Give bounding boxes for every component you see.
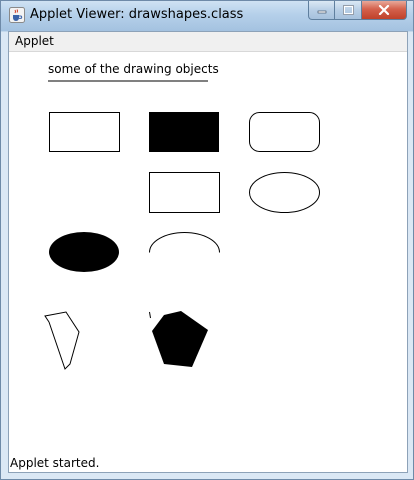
minimize-icon: [317, 10, 326, 14]
filled-rectangle: [149, 112, 219, 152]
applet-viewer-window: Applet Viewer: drawshapes.class Applet s…: [0, 0, 414, 480]
outline-polygon: [44, 311, 80, 370]
filled-oval: [49, 232, 119, 272]
close-icon: [378, 5, 390, 15]
filled-polygon: [152, 311, 208, 367]
title-bar[interactable]: Applet Viewer: drawshapes.class: [1, 1, 413, 31]
menu-bar: Applet: [9, 32, 407, 52]
maximize-button[interactable]: [335, 1, 362, 20]
applet-canvas: some of the drawing objects: [44, 62, 320, 370]
menu-applet[interactable]: Applet: [15, 34, 54, 48]
maximize-icon: [342, 5, 354, 15]
close-button[interactable]: [362, 1, 407, 20]
outline-arc: [149, 232, 220, 253]
outline-rounded-rectangle: [249, 112, 320, 152]
outline-3d-rectangle: [149, 172, 220, 213]
window-controls: [308, 1, 407, 21]
status-text: Applet started.: [10, 456, 100, 470]
java-cup-icon: [9, 7, 25, 23]
minimize-button[interactable]: [308, 1, 335, 20]
applet-heading: some of the drawing objects: [48, 62, 219, 76]
polygon-stub-line: [149, 311, 151, 319]
client-area: Applet some of the drawing objects Apple…: [8, 31, 408, 473]
outline-oval: [249, 172, 320, 213]
window-title: Applet Viewer: drawshapes.class: [30, 7, 244, 22]
outline-rectangle: [49, 112, 120, 152]
